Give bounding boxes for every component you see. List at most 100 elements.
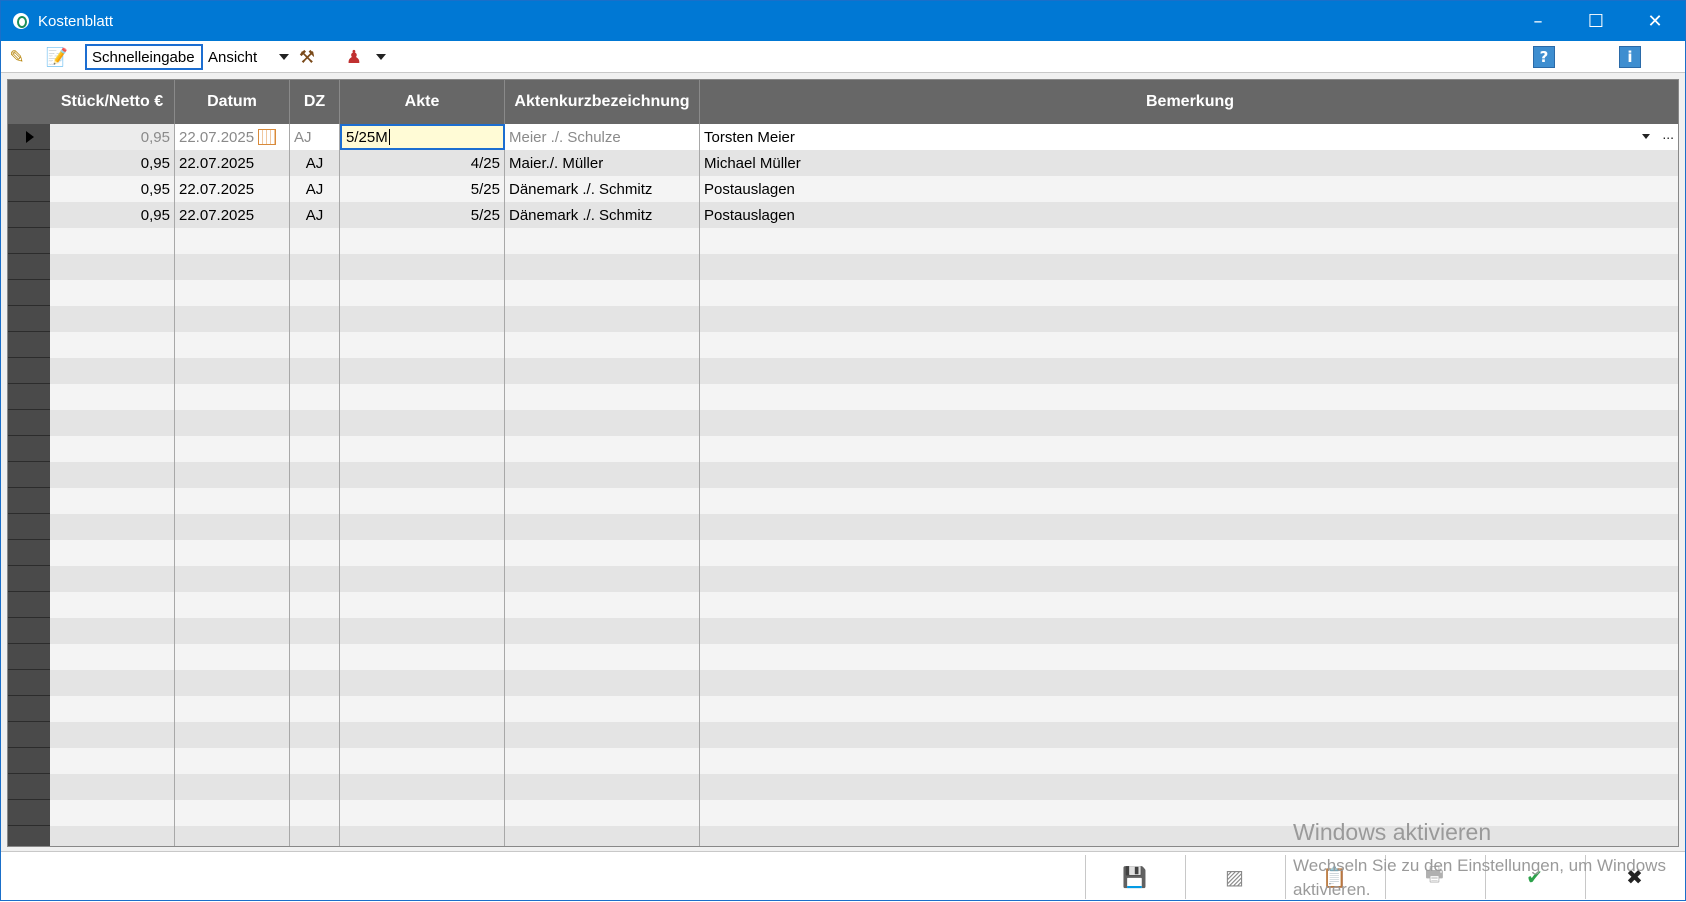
date-cell-edit[interactable]: 22.07.2025 (175, 124, 290, 150)
empty-cell[interactable] (505, 722, 700, 748)
empty-cell[interactable] (290, 696, 340, 722)
column-header-kurz[interactable]: Aktenkurzbezeichnung (505, 80, 700, 124)
empty-cell[interactable] (50, 826, 175, 846)
empty-cell[interactable] (290, 306, 340, 332)
empty-row[interactable] (8, 254, 1678, 280)
qty-cell[interactable]: 0,95 (50, 202, 175, 228)
people-dropdown-icon[interactable] (376, 54, 386, 60)
empty-cell[interactable] (505, 462, 700, 488)
minimize-button[interactable]: – (1509, 1, 1567, 41)
empty-cell[interactable] (175, 358, 290, 384)
empty-cell[interactable] (290, 254, 340, 280)
empty-cell[interactable] (505, 774, 700, 800)
bemerkung-cell[interactable]: Postauslagen (700, 176, 1678, 202)
clipboard-icon[interactable]: 📋 (1285, 855, 1383, 899)
empty-cell[interactable] (175, 592, 290, 618)
row-selector[interactable] (8, 202, 50, 228)
empty-cell[interactable] (290, 540, 340, 566)
dz-cell[interactable]: AJ (290, 202, 340, 228)
empty-cell[interactable] (340, 436, 505, 462)
row-selector[interactable] (8, 696, 50, 722)
empty-cell[interactable] (50, 228, 175, 254)
empty-cell[interactable] (505, 410, 700, 436)
empty-row[interactable] (8, 488, 1678, 514)
empty-cell[interactable] (50, 280, 175, 306)
empty-cell[interactable] (505, 644, 700, 670)
column-header-dz[interactable]: DZ (290, 80, 340, 124)
empty-cell[interactable] (505, 566, 700, 592)
empty-cell[interactable] (505, 254, 700, 280)
empty-cell[interactable] (340, 696, 505, 722)
empty-cell[interactable] (175, 462, 290, 488)
empty-cell[interactable] (175, 410, 290, 436)
empty-cell[interactable] (290, 514, 340, 540)
empty-cell[interactable] (175, 696, 290, 722)
empty-cell[interactable] (340, 488, 505, 514)
empty-row[interactable] (8, 748, 1678, 774)
empty-cell[interactable] (290, 800, 340, 826)
empty-cell[interactable] (340, 280, 505, 306)
print-icon[interactable]: 🖶 (1385, 855, 1483, 899)
empty-cell[interactable] (175, 644, 290, 670)
empty-cell[interactable] (175, 332, 290, 358)
row-selector[interactable] (8, 410, 50, 436)
empty-cell[interactable] (50, 462, 175, 488)
view-dropdown-icon[interactable] (279, 54, 289, 60)
empty-cell[interactable] (175, 670, 290, 696)
help-icon[interactable]: ? (1533, 46, 1555, 68)
row-selector[interactable] (8, 592, 50, 618)
table-row[interactable]: 0,95 22.07.2025 AJ 5/25 Dänemark ./. Sch… (8, 202, 1678, 228)
empty-cell[interactable] (50, 774, 175, 800)
empty-row[interactable] (8, 384, 1678, 410)
empty-cell[interactable] (505, 514, 700, 540)
bemerkung-combo[interactable]: Torsten Meier ... (700, 124, 1678, 150)
empty-cell[interactable] (290, 410, 340, 436)
empty-cell[interactable] (505, 540, 700, 566)
akte-cell[interactable]: 5/25 (340, 202, 505, 228)
empty-cell[interactable] (340, 254, 505, 280)
empty-cell[interactable] (340, 514, 505, 540)
akte-cell[interactable]: 4/25 (340, 150, 505, 176)
wizard-icon[interactable]: ✎ (5, 45, 29, 69)
row-selector[interactable] (8, 566, 50, 592)
empty-cell[interactable] (290, 592, 340, 618)
empty-cell[interactable] (175, 566, 290, 592)
empty-cell[interactable] (50, 254, 175, 280)
empty-cell[interactable] (505, 384, 700, 410)
empty-cell[interactable] (340, 592, 505, 618)
empty-cell[interactable] (340, 618, 505, 644)
empty-cell[interactable] (50, 332, 175, 358)
bemerkung-cell[interactable]: Postauslagen (700, 202, 1678, 228)
save-icon[interactable]: 💾 (1085, 855, 1183, 899)
empty-row[interactable] (8, 800, 1678, 826)
row-selector[interactable] (8, 748, 50, 774)
empty-cell[interactable] (175, 774, 290, 800)
empty-cell[interactable] (340, 358, 505, 384)
qty-cell-edit[interactable]: 0,95 (50, 124, 175, 150)
empty-cell[interactable] (50, 540, 175, 566)
row-selector[interactable] (8, 150, 50, 176)
row-selector[interactable] (8, 306, 50, 332)
empty-cell[interactable] (340, 540, 505, 566)
empty-row[interactable] (8, 306, 1678, 332)
empty-row[interactable] (8, 358, 1678, 384)
empty-cell[interactable] (340, 384, 505, 410)
empty-cell[interactable] (505, 280, 700, 306)
edit-image-icon[interactable]: ▨ (1185, 855, 1283, 899)
empty-row[interactable] (8, 514, 1678, 540)
info-icon[interactable]: i (1619, 46, 1641, 68)
empty-row[interactable] (8, 540, 1678, 566)
empty-cell[interactable] (175, 280, 290, 306)
row-selector[interactable] (8, 280, 50, 306)
kurz-cell[interactable]: Dänemark ./. Schmitz (505, 202, 700, 228)
empty-cell[interactable] (340, 774, 505, 800)
empty-cell[interactable] (175, 800, 290, 826)
row-selector[interactable] (8, 722, 50, 748)
empty-cell[interactable] (505, 436, 700, 462)
empty-cell[interactable] (175, 306, 290, 332)
row-selector[interactable] (8, 644, 50, 670)
empty-cell[interactable] (290, 774, 340, 800)
row-selector[interactable] (8, 540, 50, 566)
empty-cell[interactable] (175, 228, 290, 254)
empty-cell[interactable] (50, 644, 175, 670)
